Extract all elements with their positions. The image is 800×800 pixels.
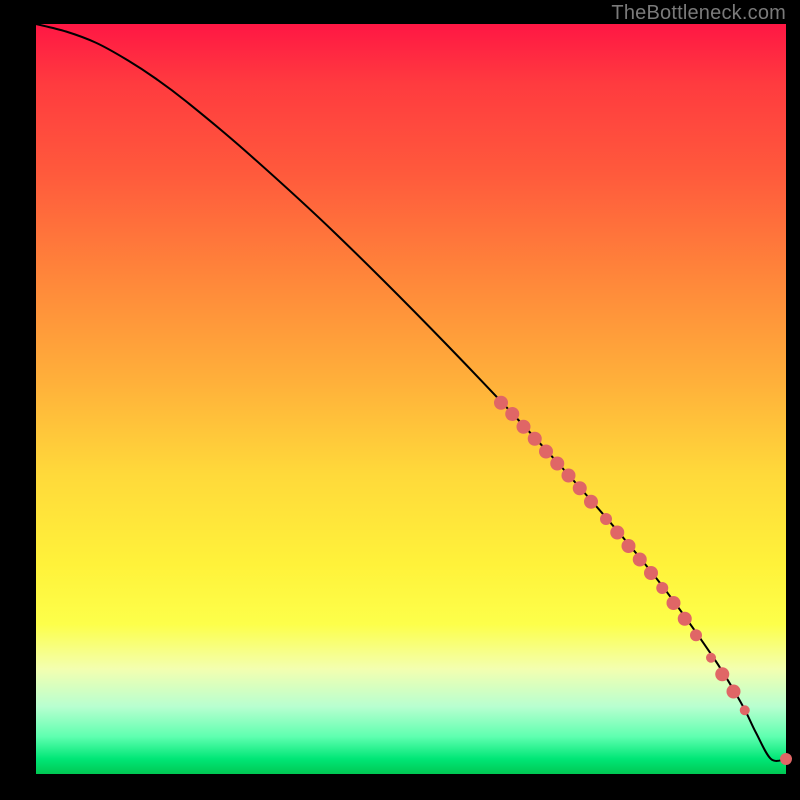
data-marker bbox=[528, 432, 542, 446]
data-marker bbox=[494, 396, 508, 410]
data-marker bbox=[505, 407, 519, 421]
plot-area bbox=[36, 24, 786, 774]
data-marker bbox=[573, 481, 587, 495]
data-marker bbox=[780, 753, 792, 765]
data-markers bbox=[494, 396, 792, 765]
data-marker bbox=[690, 629, 702, 641]
watermark-text: TheBottleneck.com bbox=[611, 2, 786, 25]
data-marker bbox=[667, 596, 681, 610]
data-marker bbox=[600, 513, 612, 525]
data-marker bbox=[656, 582, 668, 594]
chart-frame: TheBottleneck.com bbox=[0, 0, 800, 800]
data-marker bbox=[539, 445, 553, 459]
data-marker bbox=[550, 457, 564, 471]
data-marker bbox=[715, 667, 729, 681]
data-marker bbox=[678, 612, 692, 626]
data-marker bbox=[740, 705, 750, 715]
data-marker bbox=[562, 469, 576, 483]
data-marker bbox=[622, 539, 636, 553]
data-marker bbox=[644, 566, 658, 580]
data-marker bbox=[706, 653, 716, 663]
data-marker bbox=[517, 420, 531, 434]
data-marker bbox=[633, 553, 647, 567]
data-marker bbox=[584, 495, 598, 509]
data-marker bbox=[727, 685, 741, 699]
data-marker bbox=[610, 526, 624, 540]
chart-svg bbox=[36, 24, 786, 774]
bottleneck-curve bbox=[36, 24, 786, 761]
